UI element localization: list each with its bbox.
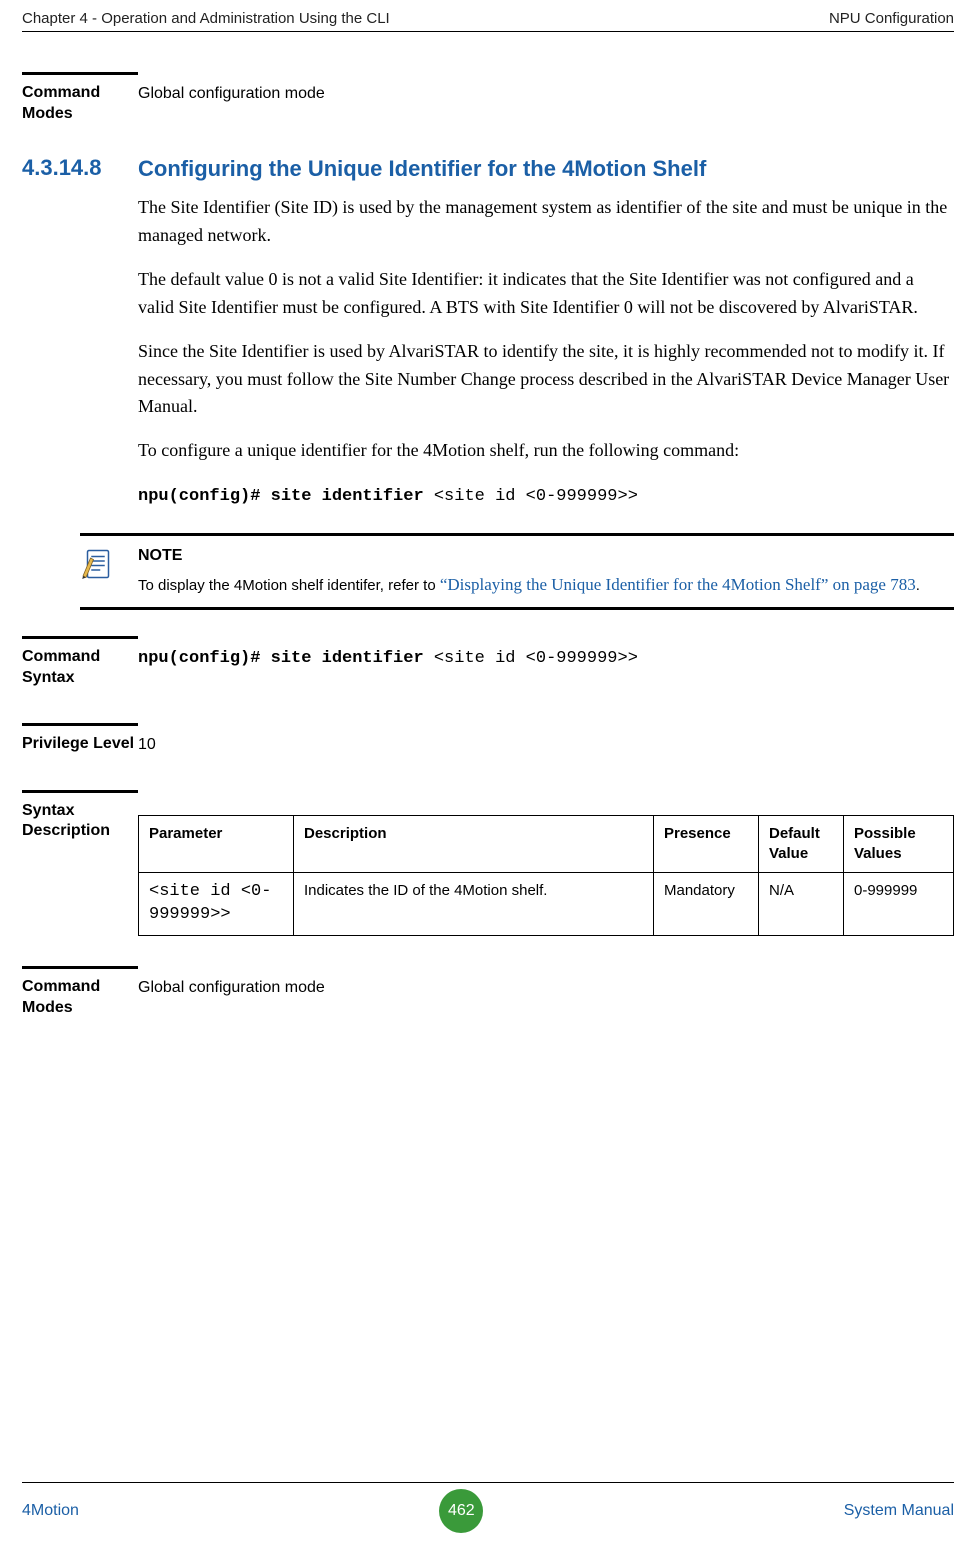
header-left: Chapter 4 - Operation and Administration… bbox=[22, 10, 390, 27]
note-icon bbox=[80, 546, 116, 582]
page-footer: 4Motion 462 System Manual bbox=[0, 1474, 976, 1533]
command-syntax-label: Command Syntax bbox=[22, 647, 138, 689]
syntax-description-block: Syntax Description Parameter Description… bbox=[22, 790, 954, 936]
command-modes-block-bottom: Command Modes Global configuration mode bbox=[22, 966, 954, 1019]
col-presence: Presence bbox=[654, 815, 759, 873]
note-tail: . bbox=[916, 577, 920, 594]
col-default: Default Value bbox=[759, 815, 844, 873]
table-header-row: Parameter Description Presence Default V… bbox=[139, 815, 954, 873]
command-bold: npu(config)# site identifier bbox=[138, 487, 434, 506]
page-header: Chapter 4 - Operation and Administration… bbox=[0, 0, 976, 31]
paragraph: Since the Site Identifier is used by Alv… bbox=[138, 338, 954, 422]
section-heading: 4.3.14.8 Configuring the Unique Identifi… bbox=[22, 155, 954, 183]
note-lead: To display the 4Motion shelf identifer, … bbox=[138, 577, 440, 594]
note-icon-cell bbox=[80, 544, 138, 598]
command-bold: npu(config)# site identifier bbox=[138, 649, 434, 668]
note-body: To display the 4Motion shelf identifer, … bbox=[138, 573, 954, 598]
note-rule-bottom bbox=[80, 607, 954, 610]
note-heading: NOTE bbox=[138, 544, 954, 567]
cross-reference-link[interactable]: “Displaying the Unique Identifier for th… bbox=[440, 575, 916, 594]
command-arg: <site id <0-999999>> bbox=[434, 649, 638, 668]
cell-presence: Mandatory bbox=[654, 873, 759, 936]
syntax-description-label: Syntax Description bbox=[22, 801, 138, 843]
divider bbox=[22, 72, 138, 75]
privilege-level-value: 10 bbox=[138, 734, 954, 756]
header-right: NPU Configuration bbox=[829, 10, 954, 27]
section-number: 4.3.14.8 bbox=[22, 155, 138, 181]
command-modes-label: Command Modes bbox=[22, 83, 138, 125]
command-modes-block-top: Command Modes Global configuration mode bbox=[22, 72, 954, 125]
command-modes-label: Command Modes bbox=[22, 977, 138, 1019]
page-content: Command Modes Global configuration mode … bbox=[0, 32, 976, 1019]
footer-right: System Manual bbox=[844, 1502, 954, 1520]
command-arg: <site id <0-999999>> bbox=[434, 487, 638, 506]
divider bbox=[22, 790, 138, 793]
parameters-table: Parameter Description Presence Default V… bbox=[138, 815, 954, 936]
cell-parameter: <site id <0-999999>> bbox=[139, 873, 294, 936]
table-row: <site id <0-999999>> Indicates the ID of… bbox=[139, 873, 954, 936]
cell-description: Indicates the ID of the 4Motion shelf. bbox=[294, 873, 654, 936]
command-line: npu(config)# site identifier <site id <0… bbox=[138, 481, 954, 510]
command-modes-value: Global configuration mode bbox=[138, 977, 954, 999]
divider bbox=[22, 636, 138, 639]
col-description: Description bbox=[294, 815, 654, 873]
cell-possible: 0-999999 bbox=[844, 873, 954, 936]
command-syntax-block: Command Syntax npu(config)# site identif… bbox=[22, 636, 954, 689]
cell-default: N/A bbox=[759, 873, 844, 936]
note-text: NOTE To display the 4Motion shelf identi… bbox=[138, 544, 954, 598]
syntax-description-table-wrap: Parameter Description Presence Default V… bbox=[138, 801, 954, 936]
col-parameter: Parameter bbox=[139, 815, 294, 873]
command-syntax-value: npu(config)# site identifier <site id <0… bbox=[138, 647, 954, 671]
paragraph: The Site Identifier (Site ID) is used by… bbox=[138, 194, 954, 250]
paragraph: The default value 0 is not a valid Site … bbox=[138, 266, 954, 322]
section-title: Configuring the Unique Identifier for th… bbox=[138, 155, 954, 183]
footer-rule bbox=[22, 1482, 954, 1483]
note-box: NOTE To display the 4Motion shelf identi… bbox=[80, 533, 954, 611]
col-possible: Possible Values bbox=[844, 815, 954, 873]
divider bbox=[22, 966, 138, 969]
paragraph: To configure a unique identifier for the… bbox=[138, 437, 954, 465]
page-number-badge: 462 bbox=[439, 1489, 483, 1533]
section-body: The Site Identifier (Site ID) is used by… bbox=[138, 194, 954, 510]
divider bbox=[22, 723, 138, 726]
privilege-level-block: Privilege Level 10 bbox=[22, 723, 954, 756]
privilege-level-label: Privilege Level bbox=[22, 734, 138, 755]
command-modes-value: Global configuration mode bbox=[138, 83, 954, 105]
footer-left: 4Motion bbox=[22, 1502, 79, 1520]
